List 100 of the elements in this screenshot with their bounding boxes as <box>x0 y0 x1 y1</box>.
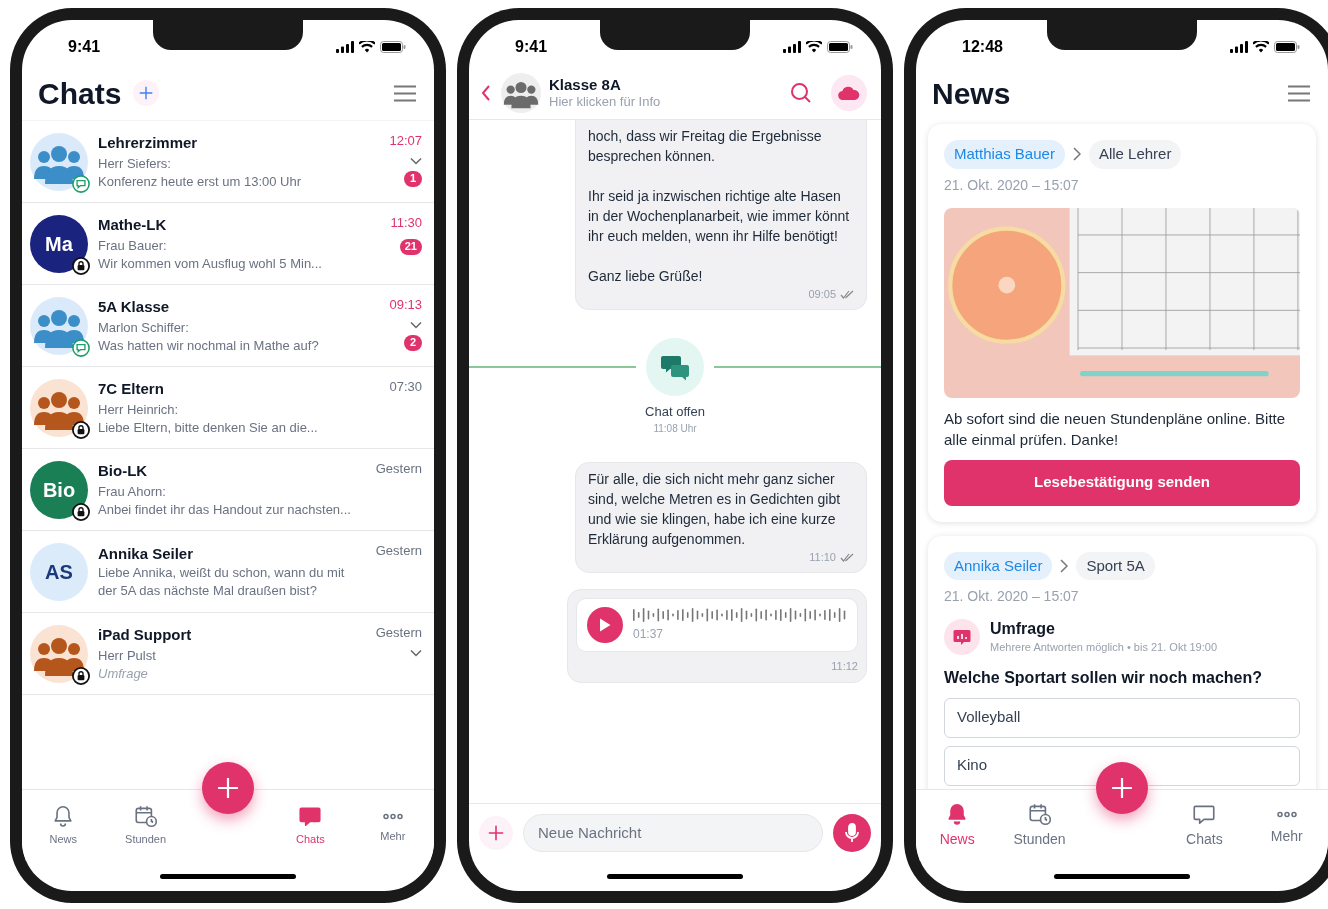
cloud-icon <box>838 85 860 100</box>
chat-title[interactable]: Klasse 8A <box>549 75 779 93</box>
sender-name: Marlon Schiffer: <box>98 318 190 337</box>
sender-name: Herr Pulst <box>98 646 157 665</box>
plus-icon <box>1111 777 1133 799</box>
chat-time: 09:13 <box>389 296 422 314</box>
chat-name: Annika Seiler <box>98 543 195 564</box>
group-avatar <box>30 378 88 437</box>
tab-item[interactable]: Stunden <box>998 801 1081 850</box>
signal-icon <box>1230 41 1248 53</box>
avatar: Ma <box>30 214 88 273</box>
chat-time: Gestern <box>375 460 422 478</box>
wifi-icon <box>806 41 822 53</box>
message-preview: Konferenz heute erst um 13:00 Uhr <box>98 172 303 191</box>
wifi-icon <box>359 41 375 53</box>
plus-icon <box>217 777 239 799</box>
tab-item[interactable]: News <box>916 801 999 850</box>
chat-name: 7C Eltern <box>98 378 165 399</box>
menu-icon <box>394 84 416 102</box>
cloud-button[interactable] <box>831 74 867 111</box>
chat-bubbles-icon <box>646 337 704 396</box>
more-icon <box>1274 810 1299 818</box>
post-text: Ab sofort sind die neuen Stundenpläne online. Bitte alle einmal prüfen. Danke! <box>944 408 1287 450</box>
audio-duration: 01:37 <box>633 625 665 643</box>
sender-name: Frau Ahorn: <box>98 482 167 501</box>
poll-info: Mehrere Antworten möglich • bis 21. Okt 19:00 <box>990 640 1218 655</box>
message-text: Ihr seid ja inzwischen richtige alte Hasen in der Wochenplanarbeit, wie immer könnt ihr euch melden, wenn ihr Hilfe benötigt! <box>588 187 851 246</box>
status-time: 9:41 <box>515 37 548 57</box>
unread-badge: 1 <box>404 170 422 187</box>
event-label: Chat offen <box>645 402 705 421</box>
screen-title: News <box>932 75 1011 112</box>
message-text: Für alle, die sich nicht mehr ganz sicher sind, welche Metren es in Gedichten gibt und wie sie klingen, habe ich eine kurze Erklärung aufgenommen. <box>588 470 842 549</box>
post-date: 21. Okt. 2020 – 15:07 <box>944 587 1080 606</box>
unread-badge: 2 <box>404 334 422 351</box>
group-avatar <box>30 296 88 355</box>
attach-button[interactable] <box>479 815 513 850</box>
lock-icon <box>72 256 90 275</box>
chat-name: Lehrerzimmer <box>98 132 199 153</box>
poll-icon <box>944 619 980 656</box>
chat-time: Gestern <box>375 624 422 642</box>
plus-icon <box>139 86 154 100</box>
sender-name: Herr Heinrich: <box>98 400 180 419</box>
chat-name: Bio-LK <box>98 460 149 481</box>
tab-item[interactable]: Mehr <box>351 806 434 845</box>
microphone-button[interactable] <box>833 813 871 852</box>
message-text: Ganz liebe Grüße! <box>588 267 704 286</box>
play-button[interactable] <box>587 606 623 643</box>
calendar-clock-icon <box>132 803 159 830</box>
group-avatar <box>501 72 541 113</box>
signal-icon <box>783 41 801 53</box>
tab-item[interactable]: Stunden <box>104 803 187 848</box>
message-preview: Wir kommen vom Ausflug wohl 5 Min... <box>98 254 323 273</box>
sender-name: Herr Siefers: <box>98 154 172 173</box>
microphone-icon <box>844 822 860 843</box>
signal-icon <box>336 41 354 53</box>
plus-icon <box>488 824 504 841</box>
group-avatar <box>30 624 88 683</box>
chevron-right-icon <box>1060 558 1069 573</box>
message-preview: Umfrage <box>98 664 149 683</box>
tab-item[interactable]: Mehr <box>1245 804 1328 847</box>
tab-item[interactable]: News <box>22 803 105 848</box>
status-time: 9:41 <box>68 37 101 57</box>
chat-time: 07:30 <box>389 378 422 396</box>
poll-question: Welche Sportart sollen wir noch machen? <box>944 667 1263 688</box>
message-time: 11:12 <box>831 658 858 674</box>
back-icon <box>481 84 491 101</box>
message-preview: Was hatten wir nochmal in Mathe auf? <box>98 336 320 355</box>
event-time: 11:08 Uhr <box>653 422 697 436</box>
battery-icon <box>827 41 853 53</box>
message-time: 09:05 <box>808 287 836 302</box>
audience-tag[interactable]: Alle Lehrer <box>1088 140 1182 169</box>
avatar: AS <box>30 542 88 601</box>
poll-option[interactable]: Volleyball <box>944 697 1300 738</box>
search-icon <box>789 80 813 105</box>
avatar: Bio <box>30 460 88 519</box>
chat-name: 5A Klasse <box>98 296 171 317</box>
chat-name: Mathe-LK <box>98 214 168 235</box>
read-confirmation-button[interactable]: Lesebestätigung senden <box>944 459 1300 506</box>
add-chat-button[interactable] <box>133 80 160 106</box>
add-button[interactable] <box>1096 762 1148 814</box>
chat-time: 11:30 <box>390 214 422 232</box>
audience-tag[interactable]: Sport 5A <box>1076 551 1155 580</box>
message-preview: Liebe Eltern, bitte denken Sie an die... <box>98 418 319 437</box>
play-icon <box>599 617 611 632</box>
more-icon <box>380 812 405 820</box>
calendar-clock-icon <box>1026 801 1053 827</box>
post-date: 21. Okt. 2020 – 15:07 <box>944 175 1080 195</box>
tab-item[interactable]: Chats <box>1163 801 1246 850</box>
battery-icon <box>1274 41 1300 53</box>
sender-name: Frau Bauer: <box>98 236 168 255</box>
message-input[interactable]: Neue Nachricht <box>523 813 823 852</box>
poll-title: Umfrage <box>990 619 1056 639</box>
message-text: hoch, dass wir Freitag die Ergebnisse besprechen können. <box>588 127 823 166</box>
lock-icon <box>72 666 90 685</box>
tab-item[interactable]: Chats <box>269 803 352 848</box>
add-button[interactable] <box>202 762 254 814</box>
status-time: 12:48 <box>962 37 1003 57</box>
group-avatar <box>30 132 88 191</box>
chat-time: Gestern <box>375 542 422 560</box>
battery-icon <box>380 41 406 53</box>
